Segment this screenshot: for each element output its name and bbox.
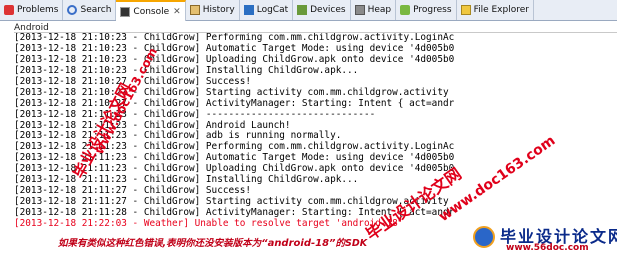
tab-file-explorer[interactable]: File Explorer bbox=[457, 0, 534, 20]
tab-progress[interactable]: Progress bbox=[396, 0, 457, 20]
tab-label: Devices bbox=[310, 5, 346, 15]
problems-icon bbox=[4, 5, 14, 15]
file-explorer-icon bbox=[460, 5, 471, 15]
logcat-icon bbox=[243, 5, 254, 15]
site-logo: 毕业设计论文网 www.56doc.com bbox=[470, 223, 617, 255]
view-tab-bar: Problems Search Console ✕ History LogCat Devic… bbox=[0, 0, 617, 21]
console-output[interactable]: [2013-12-18 21:10:23 - ChildGrow] Perfor… bbox=[14, 32, 617, 231]
heap-icon bbox=[354, 5, 365, 15]
tab-label: File Explorer bbox=[473, 5, 529, 15]
annotation-target: “android-18” bbox=[261, 238, 336, 249]
tab-label: LogCat bbox=[256, 5, 289, 15]
search-icon bbox=[67, 5, 78, 15]
log-line: [2013-12-18 21:10:27 - ChildGrow] Activi… bbox=[14, 97, 455, 109]
log-line: [2013-12-18 21:10:27 - ChildGrow] Starti… bbox=[14, 86, 449, 98]
devices-icon bbox=[297, 5, 308, 15]
tab-history[interactable]: History bbox=[186, 0, 240, 20]
logo-badge-icon bbox=[473, 226, 495, 248]
tab-label: History bbox=[202, 5, 235, 15]
history-icon bbox=[189, 5, 200, 15]
log-line: [2013-12-18 21:11:23 - ChildGrow] ------… bbox=[14, 108, 376, 120]
close-tab-icon[interactable]: ✕ bbox=[173, 7, 181, 17]
progress-icon bbox=[400, 5, 411, 15]
tab-logcat[interactable]: LogCat bbox=[240, 0, 294, 20]
tab-label: Search bbox=[80, 5, 112, 15]
tab-label: Console bbox=[133, 6, 170, 17]
tab-devices[interactable]: Devices bbox=[293, 0, 351, 20]
annotation-note: 如果有类似这种红色错误,表明你还没安装版本为“android-18”的SDK bbox=[58, 235, 367, 249]
logo-url: www.56doc.com bbox=[506, 243, 589, 253]
tab-problems[interactable]: Problems bbox=[0, 0, 64, 20]
tab-label: Problems bbox=[17, 5, 59, 15]
tab-label: Progress bbox=[413, 5, 452, 15]
console-icon bbox=[120, 6, 131, 17]
annotation-suffix: 的SDK bbox=[335, 238, 368, 249]
tab-heap[interactable]: Heap bbox=[351, 0, 397, 20]
tab-label: Heap bbox=[367, 5, 392, 15]
annotation-text: 如果有类似这种红色错误,表明你还没安装版本为 bbox=[58, 238, 262, 249]
tab-search[interactable]: Search bbox=[63, 0, 117, 20]
tab-console[interactable]: Console ✕ bbox=[116, 0, 186, 21]
